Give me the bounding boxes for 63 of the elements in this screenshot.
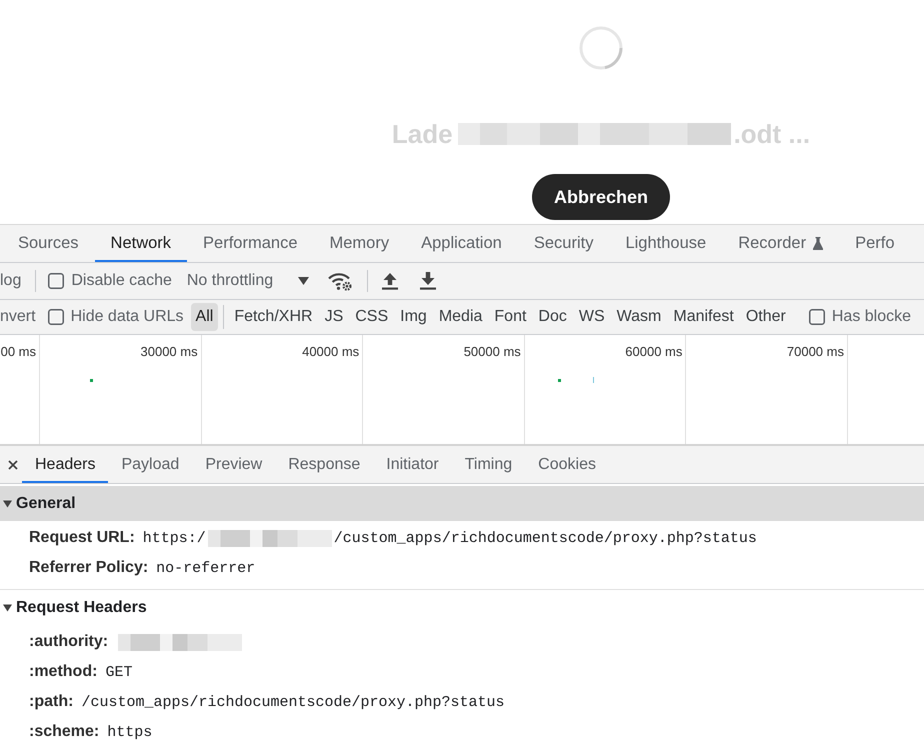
section-header[interactable]: General [0, 486, 924, 521]
header-value: no-referrer [156, 560, 256, 576]
toolbar-label: log [0, 272, 22, 290]
header-name: :scheme: [29, 723, 100, 741]
type-filter[interactable]: CSS [350, 303, 394, 331]
type-filter[interactable]: Img [395, 303, 432, 331]
header-value: /custom_apps/richdocumentscode/proxy.php?status [334, 530, 757, 546]
header-name: :authority: [29, 633, 108, 651]
type-filter[interactable]: Font [489, 303, 532, 331]
header-name: :path: [29, 693, 74, 711]
type-filter[interactable]: Manifest [668, 303, 739, 331]
type-filter[interactable]: Wasm [612, 303, 666, 331]
close-icon[interactable] [8, 460, 18, 470]
checkbox-label: Disable cache [71, 272, 172, 290]
tick-label: 30000 ms [140, 343, 199, 359]
header-name: :method: [29, 663, 98, 681]
download-icon[interactable] [420, 272, 436, 290]
header-value: https [107, 724, 152, 740]
panel-tab[interactable]: Memory [314, 225, 406, 262]
header-value: https:/ [142, 530, 206, 546]
panel-tab[interactable]: Lighthouse [609, 225, 722, 262]
loading-spinner-icon [579, 26, 623, 70]
detail-tab[interactable]: Response [275, 446, 374, 483]
type-filter[interactable]: WS [574, 303, 610, 331]
checkbox[interactable] [808, 309, 825, 325]
detail-tab[interactable]: Preview [192, 446, 276, 483]
throttling-select[interactable]: No throttling [186, 272, 310, 290]
checkbox[interactable] [48, 273, 64, 289]
panel-tab[interactable]: Sources [2, 225, 95, 262]
tick-label: 70000 ms [786, 343, 845, 359]
checkbox[interactable] [48, 309, 64, 325]
type-filter[interactable]: JS [320, 303, 348, 331]
type-filter[interactable]: All [190, 303, 218, 331]
type-filter[interactable]: Fetch/XHR [229, 303, 318, 331]
checkbox-label: Hide data URLs [70, 308, 184, 326]
detail-tab[interactable]: Headers [22, 446, 108, 483]
type-filter[interactable]: Other [740, 303, 791, 331]
panel-tab[interactable]: Security [518, 225, 610, 262]
type-filter[interactable]: Doc [533, 303, 572, 331]
upload-icon[interactable] [382, 272, 398, 290]
section-header[interactable]: Request Headers [0, 590, 924, 625]
header-name: Referrer Policy: [29, 559, 148, 577]
cancel-button[interactable]: Abbrechen [532, 174, 670, 220]
detail-tab[interactable]: Initiator [373, 446, 452, 483]
caret-icon [298, 277, 310, 285]
panel-tab[interactable]: Recorder [722, 225, 840, 262]
tick-label: 40000 ms [302, 343, 360, 359]
tick-label: 60000 ms [625, 343, 684, 359]
tick-label: 00 ms [0, 343, 37, 359]
detail-tab[interactable]: Cookies [525, 446, 609, 483]
type-filter[interactable]: Media [434, 303, 488, 331]
filter-label: nvert [0, 308, 36, 326]
panel-tab[interactable]: Performance [187, 225, 314, 262]
panel-tab[interactable]: Application [405, 225, 518, 262]
wifi-gear-icon[interactable] [328, 272, 352, 290]
checkbox-label: Has blocke [832, 308, 912, 326]
tick-label: 50000 ms [464, 343, 522, 359]
detail-tab[interactable]: Timing [452, 446, 526, 483]
header-value: /custom_apps/richdocumentscode/proxy.php?status [81, 694, 505, 710]
panel-tab[interactable]: Perfo [839, 225, 911, 262]
header-value: GET [105, 664, 132, 680]
header-name: Request URL: [29, 529, 135, 547]
detail-tab[interactable]: Payload [108, 446, 192, 483]
